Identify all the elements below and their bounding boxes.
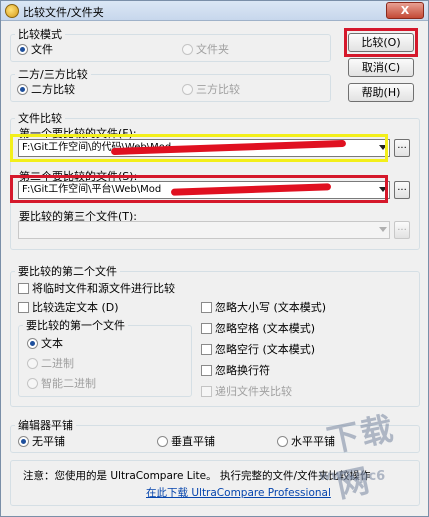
radio-checked-icon <box>27 338 38 349</box>
second-file-legend: 要比较的第二个文件 <box>18 265 117 278</box>
chevron-down-icon[interactable] <box>379 227 387 232</box>
radio-icon <box>27 378 38 389</box>
check-ignore-case[interactable]: 忽略大小写 (文本模式) <box>201 299 326 315</box>
compare-button[interactable]: 比较(O) <box>348 33 414 52</box>
check-temp-file[interactable]: 将临时文件和源文件进行比较 <box>18 280 175 296</box>
radio-mode-folder[interactable]: 文件夹 <box>182 41 229 57</box>
checkbox-icon <box>201 344 212 355</box>
radio-smart-binary[interactable]: 智能二进制 <box>27 375 96 391</box>
chevron-down-icon[interactable] <box>379 187 387 192</box>
second-file-value: F:\Git工作空间\平台\Web\Mod <box>22 184 162 195</box>
check-ignore-line-endings[interactable]: 忽略换行符 <box>201 362 270 378</box>
checkbox-icon <box>201 365 212 376</box>
checkbox-icon <box>18 283 29 294</box>
app-icon <box>5 4 19 18</box>
radio-binary[interactable]: 二进制 <box>27 355 74 371</box>
radio-text[interactable]: 文本 <box>27 335 63 351</box>
editor-tiling-legend: 编辑器平铺 <box>18 419 73 432</box>
window-title: 比较文件/文件夹 <box>23 6 104 19</box>
radio-icon <box>277 436 288 447</box>
second-file-browse-button[interactable]: ... <box>394 181 410 199</box>
radio-checked-icon <box>17 84 28 95</box>
radio-no-tile[interactable]: 无平铺 <box>18 433 65 449</box>
file-compare-legend: 文件比较 <box>18 112 62 125</box>
note-text: 注意：您使用的是 UltraCompare Lite。 执行完整的文件/文件夹比… <box>23 470 371 482</box>
first-file-type-legend: 要比较的第一个文件 <box>26 319 125 332</box>
way-mode-legend: 二方/三方比较 <box>18 68 88 81</box>
radio-icon <box>157 436 168 447</box>
checkbox-icon <box>201 323 212 334</box>
compare-mode-group: 比较模式 <box>10 26 331 62</box>
check-recursive-folder[interactable]: 递归文件夹比较 <box>201 383 292 399</box>
first-file-browse-button[interactable]: ... <box>394 139 410 157</box>
check-selected-text[interactable]: 比较选定文本 (D) <box>18 299 119 315</box>
third-file-browse-button[interactable]: ... <box>394 221 410 239</box>
radio-vertical-tile[interactable]: 垂直平铺 <box>157 433 215 449</box>
radio-mode-file[interactable]: 文件 <box>17 41 53 57</box>
cancel-button[interactable]: 取消(C) <box>348 58 414 77</box>
radio-checked-icon <box>18 436 29 447</box>
radio-checked-icon <box>17 44 28 55</box>
radio-icon <box>182 44 193 55</box>
chevron-down-icon[interactable] <box>379 145 387 150</box>
download-link[interactable]: 在此下载 UltraCompare Professional <box>146 485 331 500</box>
check-ignore-spaces[interactable]: 忽略空格 (文本模式) <box>201 320 315 336</box>
checkbox-icon <box>201 302 212 313</box>
help-button[interactable]: 帮助(H) <box>348 83 414 102</box>
third-file-combo[interactable] <box>18 221 390 239</box>
compare-dialog: 比较文件/文件夹 X 比较模式 文件 文件夹 二方/三方比较 二方比较 三方比较… <box>0 0 429 517</box>
radio-two-way[interactable]: 二方比较 <box>17 81 75 97</box>
checkbox-icon <box>201 386 212 397</box>
close-button[interactable]: X <box>386 2 424 19</box>
radio-icon <box>27 358 38 369</box>
check-ignore-blank-lines[interactable]: 忽略空行 (文本模式) <box>201 341 315 357</box>
radio-horizontal-tile[interactable]: 水平平铺 <box>277 433 335 449</box>
compare-mode-legend: 比较模式 <box>18 28 62 41</box>
radio-icon <box>182 84 193 95</box>
editor-tiling-group: 编辑器平铺 <box>10 417 420 453</box>
title-bar[interactable]: 比较文件/文件夹 X <box>1 1 428 21</box>
radio-three-way[interactable]: 三方比较 <box>182 81 240 97</box>
checkbox-icon <box>18 302 29 313</box>
